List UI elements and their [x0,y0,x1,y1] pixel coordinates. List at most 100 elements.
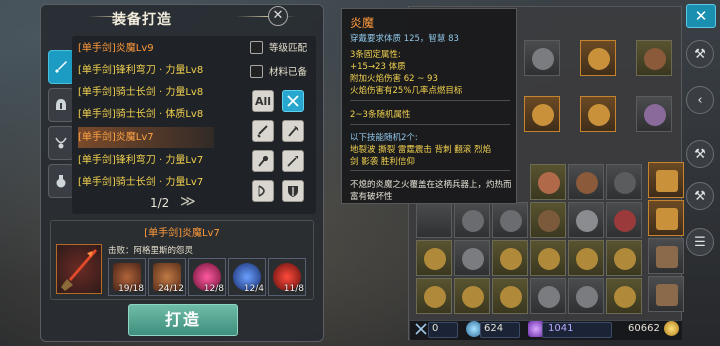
inventory-slot[interactable] [492,240,528,276]
materials-ready-filter[interactable]: 材料已备 [250,62,307,80]
filter-all-button[interactable]: All [252,90,274,112]
tooltip-divider [350,124,510,125]
boots-icon [576,172,598,194]
tooltip-skills: 地裂波 撕裂 雷霆震击 背刺 翻滚 烈焰 [350,145,492,155]
inventory-slot[interactable] [636,40,672,76]
inventory-slot[interactable] [530,240,566,276]
helmet-item-icon [614,172,636,194]
materials-ready-label: 材料已备 [269,67,308,78]
helmet-item-icon [500,210,522,232]
necklace-icon [55,137,67,149]
inventory-slot[interactable] [568,278,604,314]
material-count: 12/8 [203,284,224,294]
menu-list-icon[interactable]: ☰ [686,228,714,256]
recipe-item[interactable]: [单手剑]炎魔Lv9 [78,38,258,59]
tab-helmet-icon[interactable] [48,88,74,122]
unlock-condition: 击败：阿格里斯的怨灵 [108,246,194,256]
inventory-slot[interactable] [606,278,642,314]
tab-necklace-icon[interactable] [48,126,74,160]
inventory-slot[interactable] [606,240,642,276]
ring-icon [532,104,554,126]
inventory-slot[interactable] [454,202,490,238]
recipe-item[interactable]: [单手剑]锋利弯刀 · 力量Lv7 [78,150,258,171]
ring-icon [538,248,560,270]
inventory-slot[interactable] [568,202,604,238]
sword-item-icon [576,210,598,232]
recipe-item[interactable]: [单手剑]骑士长剑 · 力量Lv8 [78,82,258,103]
tooltip-item-name: 炎魔 [350,16,375,30]
inventory-slot[interactable] [454,278,490,314]
axe-item-icon [462,248,484,270]
recipe-item[interactable]: [单手剑]骑士长剑 · 体质Lv8 [78,104,258,125]
helmet-icon [56,99,66,110]
inventory-slot[interactable] [524,96,560,132]
chest-icon [656,208,678,230]
chest-icon [656,170,678,192]
bag-icon [656,246,678,268]
inventory-slot[interactable] [568,164,604,200]
filter-bow-icon[interactable] [252,180,274,202]
inventory-slot[interactable] [648,162,684,198]
inventory-slot[interactable] [530,202,566,238]
ring-icon [614,286,636,308]
inventory-slot[interactable] [606,202,642,238]
result-item-slot[interactable] [56,244,102,294]
tab-potion-icon[interactable] [48,164,74,198]
hammer-icon[interactable]: ⚒ [686,140,714,168]
craft-button[interactable]: 打造 [128,304,238,336]
gloves-icon [538,286,560,308]
level-match-filter[interactable]: 等级匹配 [250,38,307,56]
inventory-slot[interactable] [580,40,616,76]
ring-icon [462,286,484,308]
armor-icon [614,210,636,232]
recipe-item-selected[interactable]: [单手剑]炎魔Lv7 [78,127,214,148]
filter-axe-icon[interactable] [282,120,304,142]
inventory-slot[interactable] [636,96,672,132]
tooltip-fixed-line: +15→23 体质 [350,62,406,72]
material-count: 12/4 [243,284,264,294]
filter-dagger-icon[interactable] [252,120,274,142]
inventory-slot[interactable] [530,164,566,200]
inventory-slot[interactable] [648,200,684,236]
inventory-slot[interactable] [530,278,566,314]
inventory-slot[interactable] [416,278,452,314]
close-icon[interactable]: ✕ [268,6,288,26]
back-arrow-icon[interactable]: ‹ [686,86,714,114]
inventory-slot[interactable] [606,164,642,200]
rail-close-icon[interactable]: ✕ [686,4,716,28]
inventory-slot[interactable] [416,202,452,238]
tab-sword-icon[interactable] [48,50,74,84]
level-match-checkbox[interactable] [250,40,263,54]
anvil-icon[interactable]: ⚒ [686,40,714,68]
ring-icon [588,104,610,126]
inventory-slot[interactable] [648,238,684,274]
next-page-icon[interactable]: ≫ [180,192,196,210]
inventory-slot[interactable] [454,240,490,276]
hammer-icon[interactable]: ⚒ [686,182,714,210]
ring-icon [500,286,522,308]
inventory-slot[interactable] [416,240,452,276]
inventory-slot[interactable] [568,240,604,276]
inventory-slot[interactable] [492,202,528,238]
sword-icon [55,61,67,73]
materials-ready-checkbox[interactable] [250,64,263,78]
staff-icon [644,48,666,70]
inventory-slot[interactable] [580,96,616,132]
helmet-item-icon [644,104,666,126]
crystal-value: 624 [484,323,504,334]
filter-spear-icon[interactable] [282,150,304,172]
gold-value: 60662 [628,323,660,334]
tooltip-requirement: 穿戴要求体质 125，智慧 83 [350,34,459,44]
selected-recipe-name: [单手剑]炎魔Lv7 [144,228,220,239]
filter-shield-icon[interactable] [282,180,304,202]
armor-icon [532,48,554,70]
inventory-slot[interactable] [648,276,684,312]
filter-mace-icon[interactable] [252,150,274,172]
armor-icon [538,172,560,194]
inventory-slot[interactable] [492,278,528,314]
filter-crossed-swords-icon[interactable] [282,90,304,112]
inventory-slot[interactable] [524,40,560,76]
tooltip-fixed-line: 附加火焰伤害 62 ~ 93 [350,74,438,84]
recipe-item[interactable]: [单手剑]锋利弯刀 · 力量Lv8 [78,60,258,81]
recipe-item[interactable]: [单手剑]骑士长剑 · 力量Lv7 [78,172,258,193]
